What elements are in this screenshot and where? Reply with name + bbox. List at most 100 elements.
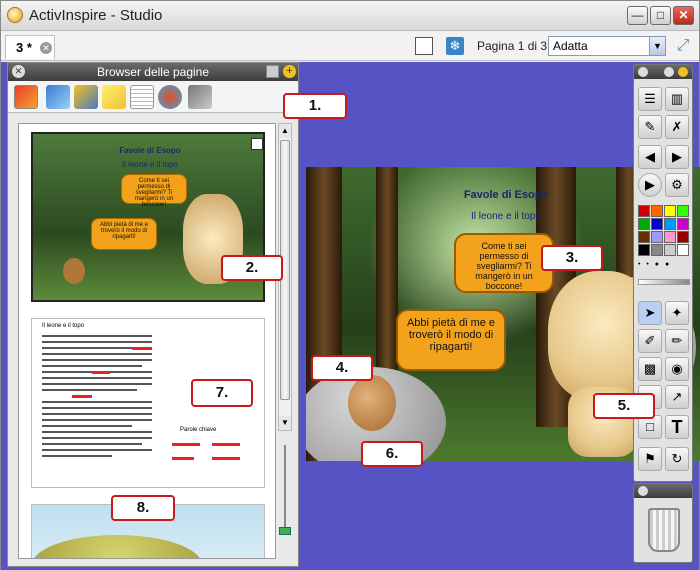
snowflake-icon[interactable]: ❄ bbox=[446, 37, 464, 55]
pin-toolbox-icon[interactable] bbox=[678, 67, 688, 77]
eraser-icon[interactable]: ▩ bbox=[638, 357, 662, 381]
callout-7: 7. bbox=[191, 379, 253, 407]
callout-2: 2. bbox=[221, 255, 283, 281]
signature-icon[interactable]: ✎ bbox=[638, 115, 662, 139]
trash-panel bbox=[633, 483, 693, 563]
chevron-down-icon[interactable]: ▼ bbox=[649, 37, 665, 55]
close-toolbox-icon[interactable] bbox=[638, 67, 648, 77]
trash-header bbox=[634, 484, 692, 498]
zoom-select[interactable]: Adatta ▼ bbox=[548, 36, 666, 56]
highlighter-icon[interactable]: ✏ bbox=[665, 329, 689, 353]
color-swatch[interactable] bbox=[664, 231, 676, 243]
color-swatch[interactable] bbox=[677, 218, 689, 230]
thumb3-image bbox=[32, 535, 202, 558]
pen-width-slider[interactable] bbox=[638, 279, 690, 285]
marquee-icon[interactable]: ✦ bbox=[665, 301, 689, 325]
action-browser-icon[interactable] bbox=[158, 85, 182, 109]
property-browser-icon[interactable] bbox=[130, 85, 154, 109]
text-line bbox=[42, 425, 132, 427]
callout-8: 8. bbox=[111, 495, 175, 521]
maximize-button[interactable]: □ bbox=[650, 6, 671, 25]
mouse-speech-bubble[interactable]: Abbi pietà di me e troverò il modo di ri… bbox=[396, 309, 506, 371]
next-page-icon[interactable]: ▶ bbox=[665, 145, 689, 169]
profile-icon[interactable]: ▥ bbox=[665, 87, 689, 111]
color-swatch[interactable] bbox=[664, 218, 676, 230]
color-swatch[interactable] bbox=[664, 244, 676, 256]
text-line bbox=[42, 383, 152, 385]
thumb-lion-bubble: Come ti sei permesso di svegliarmi? Ti m… bbox=[121, 174, 187, 208]
window-title: ActivInspire - Studio bbox=[29, 7, 163, 24]
scroll-up-icon[interactable]: ▲ bbox=[279, 124, 291, 138]
close-button[interactable]: ✕ bbox=[673, 6, 694, 25]
toolbox-menu-icon[interactable] bbox=[664, 67, 674, 77]
previous-page-icon[interactable]: ◀ bbox=[638, 145, 662, 169]
play-icon[interactable]: ▶ bbox=[638, 173, 662, 197]
color-swatch[interactable] bbox=[677, 231, 689, 243]
callout-6: 6. bbox=[361, 441, 423, 467]
notes-browser-icon[interactable] bbox=[102, 85, 126, 109]
color-swatch[interactable] bbox=[677, 244, 689, 256]
thumb-title: Favole di Esopo bbox=[119, 146, 181, 155]
color-swatch[interactable] bbox=[651, 231, 663, 243]
scroll-down-icon[interactable]: ▼ bbox=[279, 416, 291, 430]
page-browser-icon[interactable] bbox=[14, 85, 38, 109]
keyword bbox=[172, 443, 200, 446]
resource-browser-icon[interactable] bbox=[46, 85, 70, 109]
highlight-word bbox=[132, 347, 152, 350]
text-line bbox=[42, 341, 152, 343]
text-line bbox=[42, 455, 112, 457]
color-swatch[interactable] bbox=[638, 244, 650, 256]
browser-title-bar: ✕ Browser delle pagine + bbox=[8, 63, 298, 81]
text-line bbox=[42, 407, 152, 409]
mouse-image[interactable] bbox=[348, 375, 396, 431]
trash-bin-icon[interactable] bbox=[648, 508, 680, 552]
keyword bbox=[212, 457, 240, 460]
callout-1: 1. bbox=[283, 93, 347, 119]
color-swatch[interactable] bbox=[651, 205, 663, 217]
text-tool-icon[interactable]: T bbox=[665, 415, 689, 439]
tab-document-3[interactable]: 3 * ✕ bbox=[5, 35, 55, 59]
thumb2-heading: Il leone e il topo bbox=[42, 323, 85, 329]
text-line bbox=[42, 365, 142, 367]
panel-menu-icon[interactable] bbox=[266, 65, 279, 78]
voting-browser-icon[interactable] bbox=[188, 85, 212, 109]
pen-width-dots[interactable]: • • ● ● bbox=[638, 261, 690, 271]
color-swatch[interactable] bbox=[651, 218, 663, 230]
text-line bbox=[42, 437, 152, 439]
clear-icon[interactable]: ✗ bbox=[665, 115, 689, 139]
color-swatch[interactable] bbox=[677, 205, 689, 217]
page-thumbnails[interactable]: Favole di Esopo Il leone e il topo Come … bbox=[18, 123, 276, 559]
callout-3: 3. bbox=[541, 245, 603, 271]
minimize-button[interactable]: — bbox=[627, 6, 648, 25]
color-swatch[interactable] bbox=[638, 205, 650, 217]
select-tool-icon[interactable]: ➤ bbox=[638, 301, 662, 325]
fill-icon[interactable]: ◉ bbox=[665, 357, 689, 381]
text-line bbox=[42, 443, 142, 445]
text-line bbox=[42, 389, 137, 391]
color-swatch[interactable] bbox=[664, 205, 676, 217]
magic-ink-icon[interactable]: ⚑ bbox=[638, 447, 662, 471]
keyword bbox=[212, 443, 240, 446]
title-bar: ActivInspire - Studio — □ ✕ bbox=[1, 1, 699, 31]
close-tab-icon[interactable]: ✕ bbox=[40, 42, 52, 54]
tools-menu-icon[interactable]: ⚙ bbox=[665, 173, 689, 197]
color-swatch[interactable] bbox=[638, 231, 650, 243]
reset-page-icon[interactable]: ↻ bbox=[665, 447, 689, 471]
app-window: ActivInspire - Studio — □ ✕ 3 * ✕ ❄ Pagi… bbox=[0, 0, 700, 570]
slider-knob[interactable] bbox=[279, 527, 291, 535]
activinspire-logo-icon bbox=[7, 7, 23, 23]
pen-icon[interactable]: ✐ bbox=[638, 329, 662, 353]
page-notes-icon bbox=[251, 138, 263, 150]
main-menu-icon[interactable]: ☰ bbox=[638, 87, 662, 111]
connector-icon[interactable]: ↗ bbox=[665, 385, 689, 409]
color-swatch[interactable] bbox=[651, 244, 663, 256]
color-swatch[interactable] bbox=[638, 218, 650, 230]
pin-panel-icon[interactable]: + bbox=[283, 65, 296, 78]
object-browser-icon[interactable] bbox=[74, 85, 98, 109]
callout-5: 5. bbox=[593, 393, 655, 419]
page-view-icon[interactable] bbox=[415, 37, 433, 55]
fullscreen-icon[interactable]: ⤢ bbox=[673, 37, 693, 55]
thumbnail-size-slider[interactable] bbox=[279, 445, 291, 545]
lion-speech-bubble[interactable]: Come ti sei permesso di svegliarmi? Ti m… bbox=[454, 233, 554, 293]
close-trash-icon[interactable] bbox=[638, 486, 648, 496]
